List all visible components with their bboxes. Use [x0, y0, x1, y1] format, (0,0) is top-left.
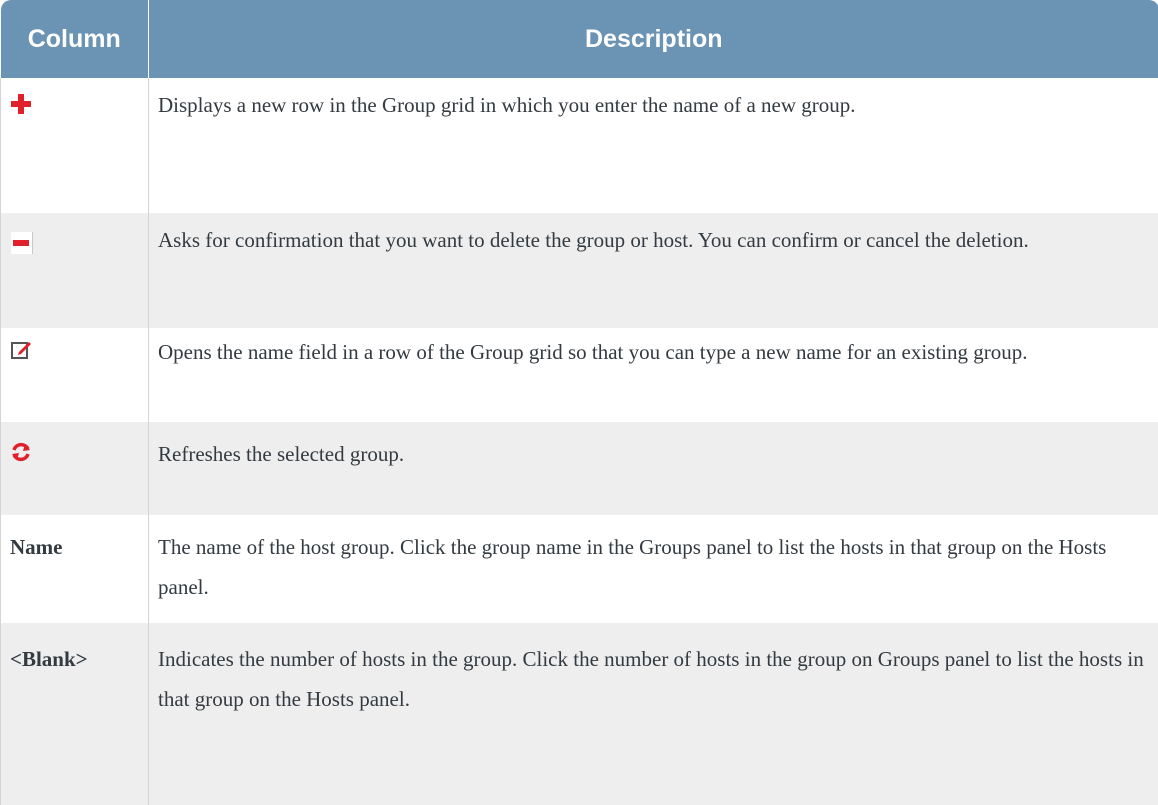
row-description: Asks for confirmation that you want to d… [158, 228, 1029, 252]
description-header: Description [148, 0, 1158, 78]
row-description: Refreshes the selected group. [158, 442, 405, 466]
table-row: Refreshes the selected group. [0, 422, 1158, 515]
table-row: Opens the name field in a row of the Gro… [0, 328, 1158, 422]
refresh-icon[interactable] [10, 441, 32, 463]
row-description: The name of the host group. Click the gr… [158, 535, 1107, 599]
column-description-table: Column Description Displays a new row in… [0, 0, 1158, 805]
row-column-cell [0, 328, 149, 422]
row-description-cell: Displays a new row in the Group grid in … [148, 78, 1158, 213]
row-column-cell [0, 422, 149, 515]
row-column-cell [0, 78, 149, 213]
table-header: Column Description [0, 0, 1158, 78]
column-header: Column [0, 0, 149, 78]
edit-icon[interactable] [10, 339, 32, 361]
minus-icon[interactable] [10, 232, 34, 254]
row-description-cell: The name of the host group. Click the gr… [148, 515, 1158, 623]
table-body: Displays a new row in the Group grid in … [0, 78, 1158, 805]
row-label: Name [10, 535, 63, 559]
column-description-table-wrapper: Column Description Displays a new row in… [0, 0, 1158, 805]
header-row: Column Description [0, 0, 1158, 78]
table-row: <Blank> Indicates the number of hosts in… [0, 623, 1158, 805]
row-description: Displays a new row in the Group grid in … [158, 93, 856, 117]
row-description: Opens the name field in a row of the Gro… [158, 340, 1028, 364]
table-row: Asks for confirmation that you want to d… [0, 213, 1158, 328]
row-description: Indicates the number of hosts in the gro… [158, 647, 1144, 711]
row-column-cell: Name [0, 515, 149, 623]
row-label: <Blank> [10, 647, 88, 671]
plus-icon[interactable] [10, 93, 32, 115]
table-row: Name The name of the host group. Click t… [0, 515, 1158, 623]
table-row: Displays a new row in the Group grid in … [0, 78, 1158, 213]
row-description-cell: Indicates the number of hosts in the gro… [148, 623, 1158, 805]
row-column-cell: <Blank> [0, 623, 149, 805]
row-description-cell: Refreshes the selected group. [148, 422, 1158, 515]
row-column-cell [0, 213, 149, 328]
row-description-cell: Asks for confirmation that you want to d… [148, 213, 1158, 328]
row-description-cell: Opens the name field in a row of the Gro… [148, 328, 1158, 422]
